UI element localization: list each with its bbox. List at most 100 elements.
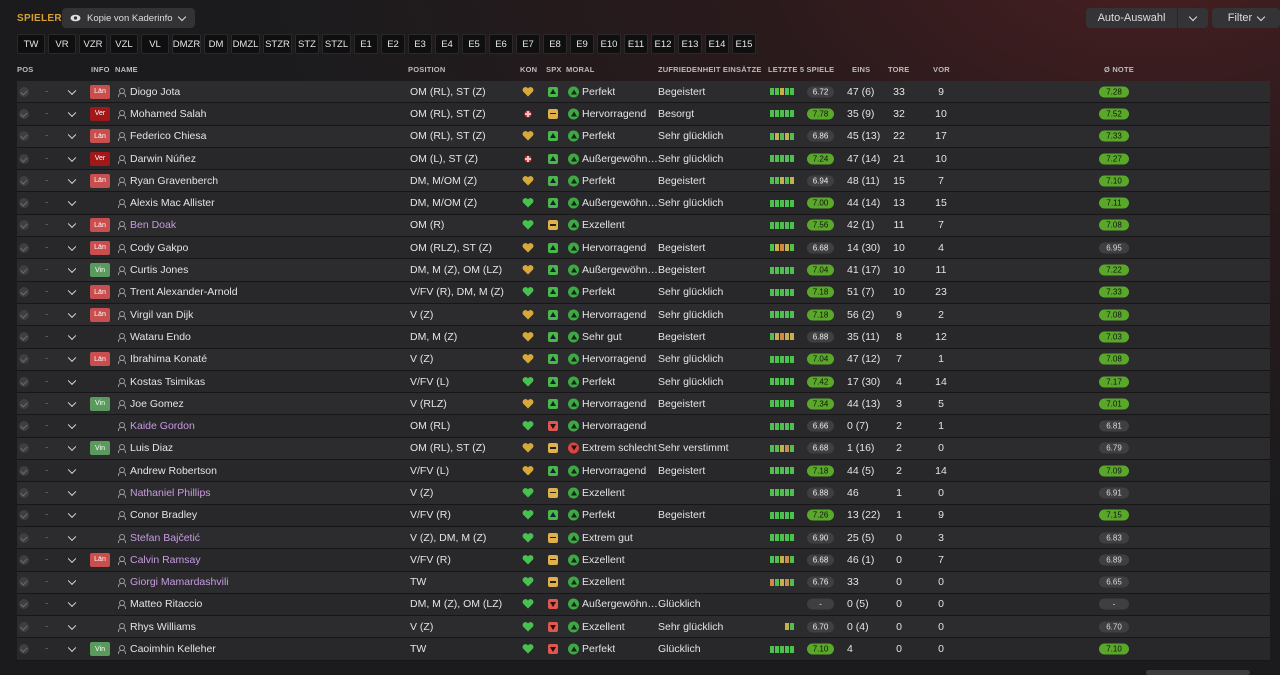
info-badge[interactable]: Län — [90, 552, 110, 567]
select-checkbox[interactable] — [19, 265, 29, 276]
position-filter-vzl[interactable]: VZL — [110, 34, 138, 54]
info-badge[interactable]: Vin — [90, 642, 110, 657]
position-filter-e14[interactable]: E14 — [705, 34, 729, 54]
table-row[interactable]: - Län Calvin Ramsay V/FV (R) Exzellent 6.68 46… — [17, 549, 1270, 572]
chevron-down-icon[interactable] — [67, 487, 77, 497]
player-name[interactable]: Federico Chiesa — [130, 130, 206, 142]
col-zufriedenheit[interactable]: ZUFRIEDENHEIT EINSÄTZE — [658, 65, 762, 74]
position-filter-stz[interactable]: STZ — [295, 34, 319, 54]
col-position[interactable]: POSITION — [408, 65, 445, 74]
player-name[interactable]: Curtis Jones — [130, 264, 188, 276]
select-checkbox[interactable] — [19, 131, 29, 142]
pos-cell[interactable]: - — [45, 554, 48, 565]
player-name[interactable]: Ben Doak — [130, 219, 176, 231]
select-checkbox[interactable] — [19, 287, 29, 298]
pos-cell[interactable]: - — [45, 153, 48, 164]
position-filter-vl[interactable]: VL — [141, 34, 169, 54]
player-name[interactable]: Ibrahima Konaté — [130, 353, 207, 365]
player-name[interactable]: Mohamed Salah — [130, 108, 206, 120]
col-eins[interactable]: EINS — [852, 65, 870, 74]
select-checkbox[interactable] — [19, 443, 29, 454]
pos-cell[interactable]: - — [45, 621, 48, 632]
player-name[interactable]: Andrew Robertson — [130, 465, 217, 477]
pos-cell[interactable]: - — [45, 131, 48, 142]
position-filter-e2[interactable]: E2 — [381, 34, 405, 54]
table-row[interactable]: - Vin Curtis Jones DM, M (Z), OM (LZ) Außerg… — [17, 259, 1270, 282]
position-filter-dmzl[interactable]: DMZL — [231, 34, 260, 54]
filter-button[interactable]: Filter — [1212, 8, 1280, 28]
select-checkbox[interactable] — [19, 398, 29, 409]
col-spx[interactable]: SPX — [546, 65, 562, 74]
chevron-down-icon[interactable] — [67, 153, 77, 162]
table-row[interactable]: - Ver Darwin Núñez OM (L), ST (Z) Außergewöh… — [17, 147, 1270, 171]
auto-select-button[interactable]: Auto-Auswahl — [1086, 8, 1177, 28]
chevron-down-icon[interactable] — [67, 398, 77, 407]
info-badge[interactable]: Län — [90, 173, 110, 188]
player-name[interactable]: Alexis Mac Allister — [130, 197, 215, 209]
pos-cell[interactable]: - — [45, 108, 48, 119]
chevron-down-icon[interactable] — [67, 442, 77, 452]
col-info[interactable]: INFO — [91, 65, 110, 74]
player-name[interactable]: Stefan Bajčetić — [130, 532, 200, 544]
pos-cell[interactable]: - — [45, 421, 48, 432]
player-name[interactable]: Caoimhin Kelleher — [130, 643, 216, 655]
horizontal-scrollbar[interactable] — [1146, 670, 1250, 675]
col-moral[interactable]: MORAL — [566, 65, 595, 74]
player-name[interactable]: Calvin Ramsay — [130, 554, 201, 566]
select-checkbox[interactable] — [19, 599, 29, 610]
chevron-down-icon[interactable] — [67, 286, 77, 296]
player-name[interactable]: Luis Diaz — [130, 442, 173, 454]
chevron-down-icon[interactable] — [67, 353, 77, 363]
pos-cell[interactable]: - — [45, 265, 48, 276]
position-filter-dm[interactable]: DM — [204, 34, 228, 54]
pos-cell[interactable]: - — [45, 376, 48, 387]
player-name[interactable]: Kaide Gordon — [130, 420, 195, 432]
player-name[interactable]: Cody Gakpo — [130, 242, 188, 254]
table-row[interactable]: - Län Ryan Gravenberch DM, M/OM (Z) Perfekt B… — [17, 170, 1270, 193]
chevron-down-icon[interactable] — [67, 643, 77, 653]
table-row[interactable]: - Wataru Endo DM, M (Z) Sehr gut Begeistert 6… — [17, 326, 1270, 349]
info-badge[interactable]: Län — [90, 352, 110, 367]
view-select[interactable]: Kopie von Kaderinfo — [62, 8, 195, 28]
position-filter-e1[interactable]: E1 — [354, 34, 378, 54]
select-checkbox[interactable] — [19, 153, 29, 164]
info-badge[interactable]: Län — [90, 84, 110, 99]
chevron-down-icon[interactable] — [67, 532, 77, 541]
position-filter-e6[interactable]: E6 — [489, 34, 513, 54]
pos-cell[interactable]: - — [45, 577, 48, 588]
player-name[interactable]: Darwin Núñez — [130, 153, 196, 165]
table-row[interactable]: - Vin Caoimhin Kelleher TW Perfekt Glücklich 7… — [17, 638, 1270, 661]
chevron-down-icon[interactable] — [67, 376, 77, 385]
table-row[interactable]: - Ver Mohamed Salah OM (RL), ST (Z) Hervorra… — [17, 103, 1270, 126]
position-filter-dmzr[interactable]: DMZR — [172, 34, 201, 54]
player-name[interactable]: Ryan Gravenberch — [130, 175, 218, 187]
select-checkbox[interactable] — [19, 309, 29, 320]
position-filter-e13[interactable]: E13 — [678, 34, 702, 54]
select-checkbox[interactable] — [19, 331, 29, 342]
chevron-down-icon[interactable] — [67, 599, 77, 608]
info-badge[interactable]: Vin — [90, 396, 110, 411]
player-name[interactable]: Joe Gomez — [130, 398, 184, 410]
info-badge[interactable]: Län — [90, 218, 110, 233]
player-name[interactable]: Rhys Williams — [130, 621, 196, 633]
position-filter-tw[interactable]: TW — [17, 34, 45, 54]
select-checkbox[interactable] — [19, 421, 29, 432]
table-row[interactable]: - Matteo Ritaccio DM, M (Z), OM (LZ) Außerg… — [17, 593, 1270, 617]
select-checkbox[interactable] — [19, 621, 29, 632]
pos-cell[interactable]: - — [45, 242, 48, 253]
table-row[interactable]: - Län Trent Alexander-Arnold V/FV (R), DM, … — [17, 281, 1270, 304]
chevron-down-icon[interactable] — [67, 242, 77, 251]
pos-cell[interactable]: - — [45, 465, 48, 476]
info-badge[interactable]: Län — [90, 240, 110, 255]
info-badge[interactable]: Vin — [90, 263, 110, 278]
col-pos[interactable]: POS — [17, 65, 33, 74]
pos-cell[interactable]: - — [45, 287, 48, 298]
position-filter-e4[interactable]: E4 — [435, 34, 459, 54]
table-row[interactable]: - Conor Bradley V/FV (R) Perfekt Begeistert 7… — [17, 504, 1270, 527]
chevron-down-icon[interactable] — [67, 175, 77, 184]
select-checkbox[interactable] — [19, 108, 29, 119]
pos-cell[interactable]: - — [45, 644, 48, 655]
pos-cell[interactable]: - — [45, 198, 48, 209]
info-badge[interactable]: Ver — [90, 151, 110, 166]
chevron-down-icon[interactable] — [67, 219, 77, 229]
